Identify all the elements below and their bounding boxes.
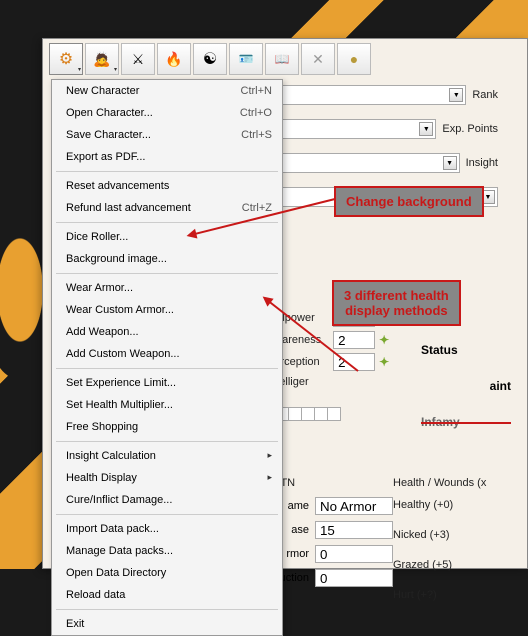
menu-separator [56, 368, 278, 369]
menu-item-label: Import Data pack... [66, 523, 159, 535]
infamy-label: Infamy [421, 415, 511, 429]
armor-base-input[interactable] [315, 521, 393, 539]
menu-item-label: Background image... [66, 253, 167, 265]
menu-item-label: Refund last advancement [66, 202, 191, 214]
menu-item[interactable]: Free Shopping [52, 416, 282, 438]
menu-separator [56, 609, 278, 610]
menu-item-label: Health Display [66, 472, 137, 484]
menu-separator [56, 441, 278, 442]
menu-item[interactable]: Save Character... Ctrl+S [52, 124, 282, 146]
menu-item[interactable]: Background image... [52, 248, 282, 270]
health-area: Health / Wounds (x Healthy (+0) Nicked (… [393, 477, 513, 619]
points-boxes[interactable] [276, 407, 341, 421]
menu-item[interactable]: Set Experience Limit... [52, 372, 282, 394]
chevron-down-icon: ▼ [443, 156, 457, 170]
menu-shortcut: Ctrl+Z [242, 202, 272, 214]
menu-item[interactable]: Add Weapon... [52, 321, 282, 343]
yinyang-icon[interactable]: ☯ [193, 43, 227, 75]
menu-shortcut: Ctrl+N [241, 85, 272, 97]
menu-item-label: Add Weapon... [66, 326, 139, 338]
armor-name-input[interactable] [315, 497, 393, 515]
menu-item-label: New Character [66, 85, 139, 97]
toolbar: ⚙▾ 🙇▾ ⚔ 🔥 ☯ 🪪 📖 ✕ ● [43, 39, 527, 79]
menu-item-label: Save Character... [66, 129, 151, 141]
menu-item[interactable]: Add Custom Weapon... [52, 343, 282, 365]
menu-item-label: Cure/Inflict Damage... [66, 494, 172, 506]
right-labels: Glory Status aint Infamy [421, 307, 511, 451]
sword-icon[interactable]: ⚔ [121, 43, 155, 75]
character-icon[interactable]: 🙇▾ [85, 43, 119, 75]
armor-armor-input[interactable] [315, 545, 393, 563]
menu-item[interactable]: Set Health Multiplier... [52, 394, 282, 416]
plus-icon[interactable]: ✦ [379, 355, 389, 369]
main-menu: New Character Ctrl+N Open Character... Ctrl… [51, 79, 283, 636]
menu-item[interactable]: New Character Ctrl+N [52, 80, 282, 102]
book-icon[interactable]: 📖 [265, 43, 299, 75]
gear-icon[interactable]: ⚙▾ [49, 43, 83, 75]
menu-separator [56, 514, 278, 515]
menu-item-label: Wear Armor... [66, 282, 133, 294]
coin-icon[interactable]: ● [337, 43, 371, 75]
menu-item[interactable]: Export as PDF... [52, 146, 282, 168]
menu-item[interactable]: Cure/Inflict Damage... [52, 489, 282, 511]
chevron-down-icon: ▼ [449, 88, 463, 102]
exp-combo[interactable]: ▼ [273, 119, 436, 139]
menu-separator [56, 273, 278, 274]
menu-item-label: Reset advancements [66, 180, 169, 192]
insight-combo[interactable]: ▼ [273, 153, 460, 173]
menu-item-label: Exit [66, 618, 84, 630]
callout-bg: Change background [334, 186, 484, 217]
health-line: Nicked (+3) [393, 529, 513, 541]
menu-item-label: Free Shopping [66, 421, 138, 433]
flame-icon[interactable]: 🔥 [157, 43, 191, 75]
menu-item[interactable]: Health Display [52, 467, 282, 489]
callout-health: 3 different health display methods [332, 280, 461, 326]
crossed-icon[interactable]: ✕ [301, 43, 335, 75]
menu-item[interactable]: Exit [52, 613, 282, 635]
insight-label: Insight [466, 157, 498, 169]
menu-item-label: Add Custom Weapon... [66, 348, 180, 360]
menu-item[interactable]: Insight Calculation [52, 445, 282, 467]
menu-item-label: Open Character... [66, 107, 153, 119]
menu-item[interactable]: Reset advancements [52, 175, 282, 197]
menu-item[interactable]: Wear Armor... [52, 277, 282, 299]
menu-item[interactable]: Wear Custom Armor... [52, 299, 282, 321]
menu-item[interactable]: Manage Data packs... [52, 540, 282, 562]
health-header: Health / Wounds (x [393, 477, 513, 489]
armor-reduction-input[interactable] [315, 569, 393, 587]
health-line: Hurt (+?) [393, 589, 513, 601]
menu-item[interactable]: Open Character... Ctrl+O [52, 102, 282, 124]
menu-item-label: Reload data [66, 589, 125, 601]
plus-icon[interactable]: ✦ [379, 333, 389, 347]
chevron-down-icon: ▼ [419, 122, 433, 136]
rank-label: Rank [472, 89, 498, 101]
menu-item-label: Wear Custom Armor... [66, 304, 174, 316]
menu-item[interactable]: Dice Roller... [52, 226, 282, 248]
taint-label: aint [421, 379, 511, 393]
menu-item[interactable]: Reload data [52, 584, 282, 606]
exp-label: Exp. Points [442, 123, 498, 135]
menu-item[interactable]: Refund last advancement Ctrl+Z [52, 197, 282, 219]
id-icon[interactable]: 🪪 [229, 43, 263, 75]
menu-item[interactable]: Open Data Directory [52, 562, 282, 584]
health-line: Grazed (+5) [393, 559, 513, 571]
menu-shortcut: Ctrl+O [240, 107, 272, 119]
health-line: Healthy (+0) [393, 499, 513, 511]
menu-item-label: Insight Calculation [66, 450, 156, 462]
rank-combo[interactable]: ▼ [273, 85, 466, 105]
menu-separator [56, 171, 278, 172]
menu-item[interactable]: Import Data pack... [52, 518, 282, 540]
menu-shortcut: Ctrl+S [241, 129, 272, 141]
menu-item-label: Dice Roller... [66, 231, 128, 243]
menu-item-label: Set Health Multiplier... [66, 399, 173, 411]
menu-item-label: Set Experience Limit... [66, 377, 176, 389]
menu-item-label: Export as PDF... [66, 151, 145, 163]
awareness-input[interactable] [333, 331, 375, 349]
menu-item-label: Manage Data packs... [66, 545, 173, 557]
status-label: Status [421, 343, 511, 357]
